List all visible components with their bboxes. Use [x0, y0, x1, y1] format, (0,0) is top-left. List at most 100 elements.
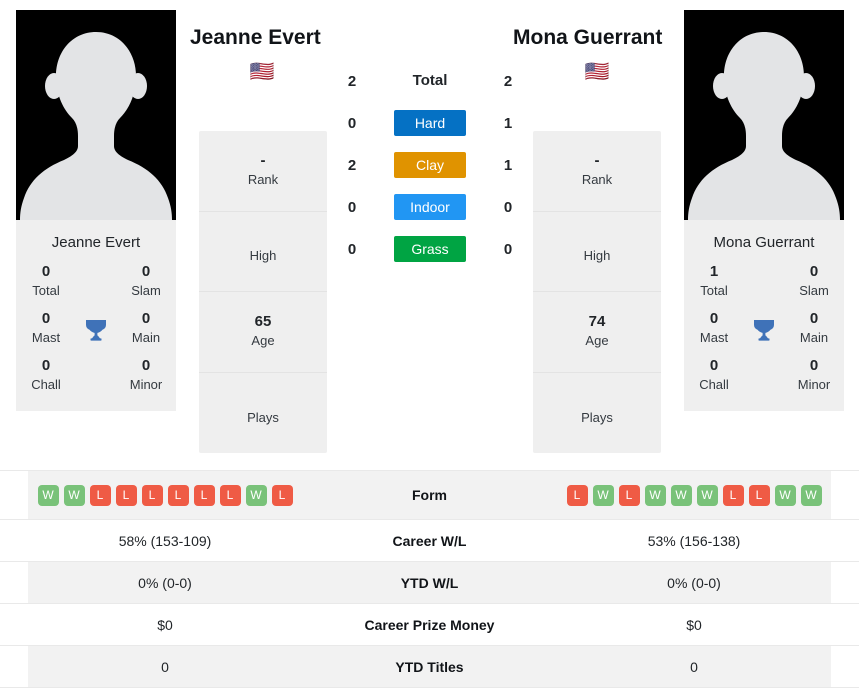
title-label: Minor	[797, 376, 831, 392]
title-label: Minor	[129, 376, 163, 392]
title-value: 0	[809, 310, 819, 328]
form-result-loss[interactable]: L	[141, 484, 163, 506]
flag-usa-left: 🇺🇸	[249, 61, 275, 83]
info-value: 74	[588, 313, 606, 331]
player-name-right: Mona Guerrant	[713, 234, 815, 251]
flag-usa-right: 🇺🇸	[584, 61, 610, 83]
info-value: -	[260, 152, 266, 170]
info-label: High	[583, 248, 611, 264]
comparison-row: 0% (0-0) YTD W/L 0% (0-0)	[0, 561, 859, 603]
form-result-loss[interactable]: L	[722, 484, 744, 506]
comparison-value-right: $0	[686, 616, 702, 633]
form-result-loss[interactable]: L	[618, 484, 640, 506]
h2h-right-count: 1	[503, 156, 513, 174]
info-row-age: 74 Age	[533, 292, 661, 373]
title-label: Mast	[699, 329, 729, 345]
comparison-table: W W L L L L L L W L Form L W L W W W L L W W 58% (153-109) Car…	[0, 470, 859, 688]
comparison-row: 0 YTD Titles 0	[0, 645, 859, 688]
trophy-icon	[751, 317, 777, 343]
comparison-value-right: 0% (0-0)	[667, 574, 721, 591]
info-row-plays: Plays	[533, 373, 661, 454]
title-stat-total: 1 Total	[694, 262, 764, 299]
comparison-row: 58% (153-109) Career W/L 53% (156-138)	[0, 519, 859, 561]
player-card-right: Mona Guerrant 1 Total 0 Slam 0 Mast 0 Ma…	[684, 10, 844, 412]
form-result-win[interactable]: W	[245, 484, 267, 506]
comparison-row: $0 Career Prize Money $0	[0, 603, 859, 645]
form-result-win[interactable]: W	[592, 484, 614, 506]
comparison-row-label: YTD W/L	[400, 574, 459, 591]
form-strip-right: LWLWWWLLWW	[529, 484, 859, 506]
title-stat-minor: 0 Minor	[764, 356, 834, 393]
title-value: 0	[41, 310, 51, 328]
player-namecard-left: Jeanne Evert 0 Total 0 Slam 0 Mast 0 Mai…	[16, 220, 176, 412]
player-heading-left: Jeanne Evert	[190, 26, 321, 49]
form-result-loss[interactable]: L	[167, 484, 189, 506]
info-label: High	[249, 248, 277, 264]
title-label: Mast	[31, 329, 61, 345]
h2h-right-count: 0	[503, 240, 513, 258]
comparison-value-left: 0% (0-0)	[138, 574, 192, 591]
player-heading-right: Mona Guerrant	[513, 26, 663, 49]
titles-grid-left: 0 Total 0 Slam 0 Mast 0 Main 0 Chall 0 M…	[16, 262, 176, 397]
comparison-value-right: LWLWWWLLWW	[529, 484, 859, 506]
title-stat-chall: 0 Chall	[26, 356, 96, 393]
player-photo-left	[16, 10, 176, 220]
title-label: Total	[32, 282, 60, 298]
h2h-row-indoor: 0 Indoor 0	[340, 186, 520, 228]
form-result-loss[interactable]: L	[219, 484, 241, 506]
form-result-loss[interactable]: L	[566, 484, 588, 506]
form-result-loss[interactable]: L	[89, 484, 111, 506]
title-value: 0	[41, 357, 51, 375]
title-label: Slam	[799, 282, 829, 298]
title-value: 0	[809, 263, 819, 280]
h2h-left-count: 0	[347, 114, 357, 132]
comparison-row-label: Career Prize Money	[364, 616, 495, 633]
comparison-row-label: YTD Titles	[395, 658, 464, 675]
form-result-win[interactable]: W	[37, 484, 59, 506]
info-label: Rank	[581, 172, 613, 188]
form-result-win[interactable]: W	[774, 484, 796, 506]
title-label: Slam	[131, 282, 161, 298]
h2h-row-clay: 2 Clay 1	[340, 144, 520, 186]
player-namecard-right: Mona Guerrant 1 Total 0 Slam 0 Mast 0 Ma…	[684, 220, 844, 412]
title-value: 0	[709, 310, 719, 328]
comparison-value-left: 58% (153-109)	[118, 532, 212, 549]
form-result-win[interactable]: W	[670, 484, 692, 506]
form-result-loss[interactable]: L	[115, 484, 137, 506]
form-result-win[interactable]: W	[696, 484, 718, 506]
title-value: 1	[709, 263, 719, 280]
title-value: 0	[141, 310, 151, 328]
player-comparison-page: Jeanne Evert 0 Total 0 Slam 0 Mast 0 Mai…	[0, 0, 859, 688]
info-row-rank: - Rank	[199, 131, 327, 212]
title-stat-slam: 0 Slam	[96, 262, 166, 299]
h2h-left-count: 0	[347, 198, 357, 216]
info-label: Rank	[247, 172, 279, 188]
title-stat-chall: 0 Chall	[694, 356, 764, 393]
surface-badge-indoor: Indoor	[394, 193, 466, 221]
info-row-age: 65 Age	[199, 292, 327, 373]
player-photo-right	[684, 10, 844, 220]
info-row-plays: Plays	[199, 373, 327, 454]
h2h-left-count: 0	[347, 240, 357, 258]
player-card-left: Jeanne Evert 0 Total 0 Slam 0 Mast 0 Mai…	[16, 10, 176, 412]
h2h-row-grass: 0 Grass 0	[340, 228, 520, 270]
surface-badge-grass: Grass	[394, 235, 466, 263]
info-label: Plays	[247, 409, 279, 425]
form-result-loss[interactable]: L	[193, 484, 215, 506]
form-result-loss[interactable]: L	[748, 484, 770, 506]
form-result-win[interactable]: W	[644, 484, 666, 506]
form-result-loss[interactable]: L	[271, 484, 293, 506]
form-result-win[interactable]: W	[800, 484, 822, 506]
comparison-value-right: 0	[690, 658, 698, 675]
player-info-card-left: - Rank High 65 Age Plays	[199, 131, 327, 453]
form-result-win[interactable]: W	[63, 484, 85, 506]
comparison-value-left: WWLLLLLLWL	[0, 484, 330, 506]
player-info-card-right: - Rank High 74 Age Plays	[533, 131, 661, 453]
h2h-row-hard: 0 Hard 1	[340, 102, 520, 144]
comparison-value-left: $0	[157, 616, 173, 633]
h2h-left-count: 2	[347, 156, 357, 174]
surface-badge-total: Total	[412, 72, 448, 90]
info-row-high: High	[199, 212, 327, 292]
surface-badge-hard: Hard	[394, 109, 466, 137]
info-value: -	[594, 152, 600, 170]
